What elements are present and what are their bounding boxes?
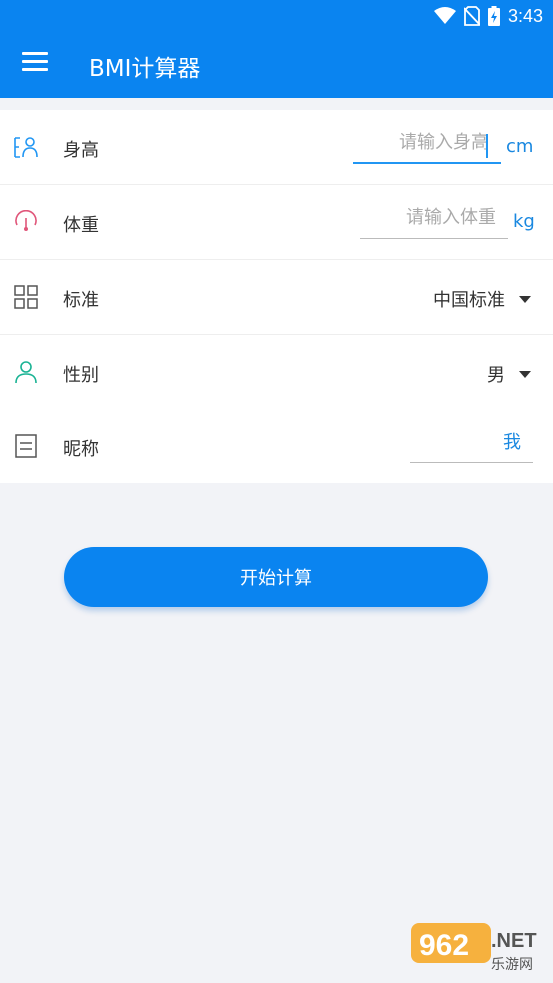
- text-cursor: [486, 134, 488, 158]
- document-icon: [15, 434, 37, 458]
- gender-select[interactable]: 男: [487, 361, 531, 387]
- nickname-input-underline: [410, 462, 533, 463]
- status-bar: 3:43: [0, 0, 553, 32]
- no-sim-icon: [463, 6, 480, 26]
- standard-select[interactable]: 中国标准: [433, 286, 531, 312]
- battery-charging-icon: [487, 6, 500, 26]
- weight-input-underline: [360, 238, 508, 239]
- dropdown-caret-icon: [519, 370, 531, 378]
- bmi-form: 身高 cm 体重 kg 标准 中国标准: [0, 110, 553, 483]
- height-person-icon: [14, 137, 38, 158]
- watermark-logo: 962 .NET 乐游网: [411, 923, 537, 973]
- gender-value: 男: [487, 365, 505, 386]
- weight-unit: kg: [513, 211, 535, 232]
- height-input-underline: [353, 162, 501, 164]
- height-input-wrap: [353, 124, 501, 164]
- app-bar: BMI计算器: [0, 32, 553, 98]
- scale-gauge-icon: [15, 210, 37, 231]
- grid-icon: [14, 285, 38, 309]
- nickname-label: 昵称: [63, 439, 99, 460]
- svg-text:962: 962: [419, 929, 469, 962]
- svg-text:乐游网: 乐游网: [491, 957, 533, 973]
- status-time: 3:43: [507, 5, 543, 26]
- height-unit: cm: [506, 136, 534, 157]
- nickname-row: 昵称: [0, 409, 553, 484]
- weight-input-wrap: [360, 199, 508, 239]
- menu-icon-line: [22, 52, 48, 55]
- nickname-input-wrap: [410, 423, 533, 463]
- wifi-icon: [433, 7, 456, 24]
- person-icon: [15, 361, 37, 384]
- standard-value: 中国标准: [433, 290, 505, 311]
- dropdown-caret-icon: [519, 295, 531, 303]
- height-input[interactable]: [353, 124, 501, 160]
- nickname-input[interactable]: [410, 423, 533, 459]
- gender-label: 性别: [63, 365, 99, 386]
- gender-row: 性别 男: [0, 335, 553, 410]
- standard-row: 标准 中国标准: [0, 260, 553, 335]
- menu-icon-line: [22, 60, 48, 63]
- start-calculate-button[interactable]: 开始计算: [64, 547, 488, 607]
- standard-label: 标准: [63, 290, 99, 311]
- weight-label: 体重: [63, 215, 99, 236]
- height-row: 身高 cm: [0, 110, 553, 185]
- status-icons: 3:43: [433, 4, 543, 28]
- menu-icon-line: [22, 68, 48, 71]
- weight-row: 体重 kg: [0, 185, 553, 260]
- height-label: 身高: [63, 140, 99, 161]
- app-title: BMI计算器: [89, 56, 201, 82]
- menu-button[interactable]: [22, 52, 48, 74]
- weight-input[interactable]: [360, 199, 508, 235]
- svg-text:.NET: .NET: [491, 930, 537, 952]
